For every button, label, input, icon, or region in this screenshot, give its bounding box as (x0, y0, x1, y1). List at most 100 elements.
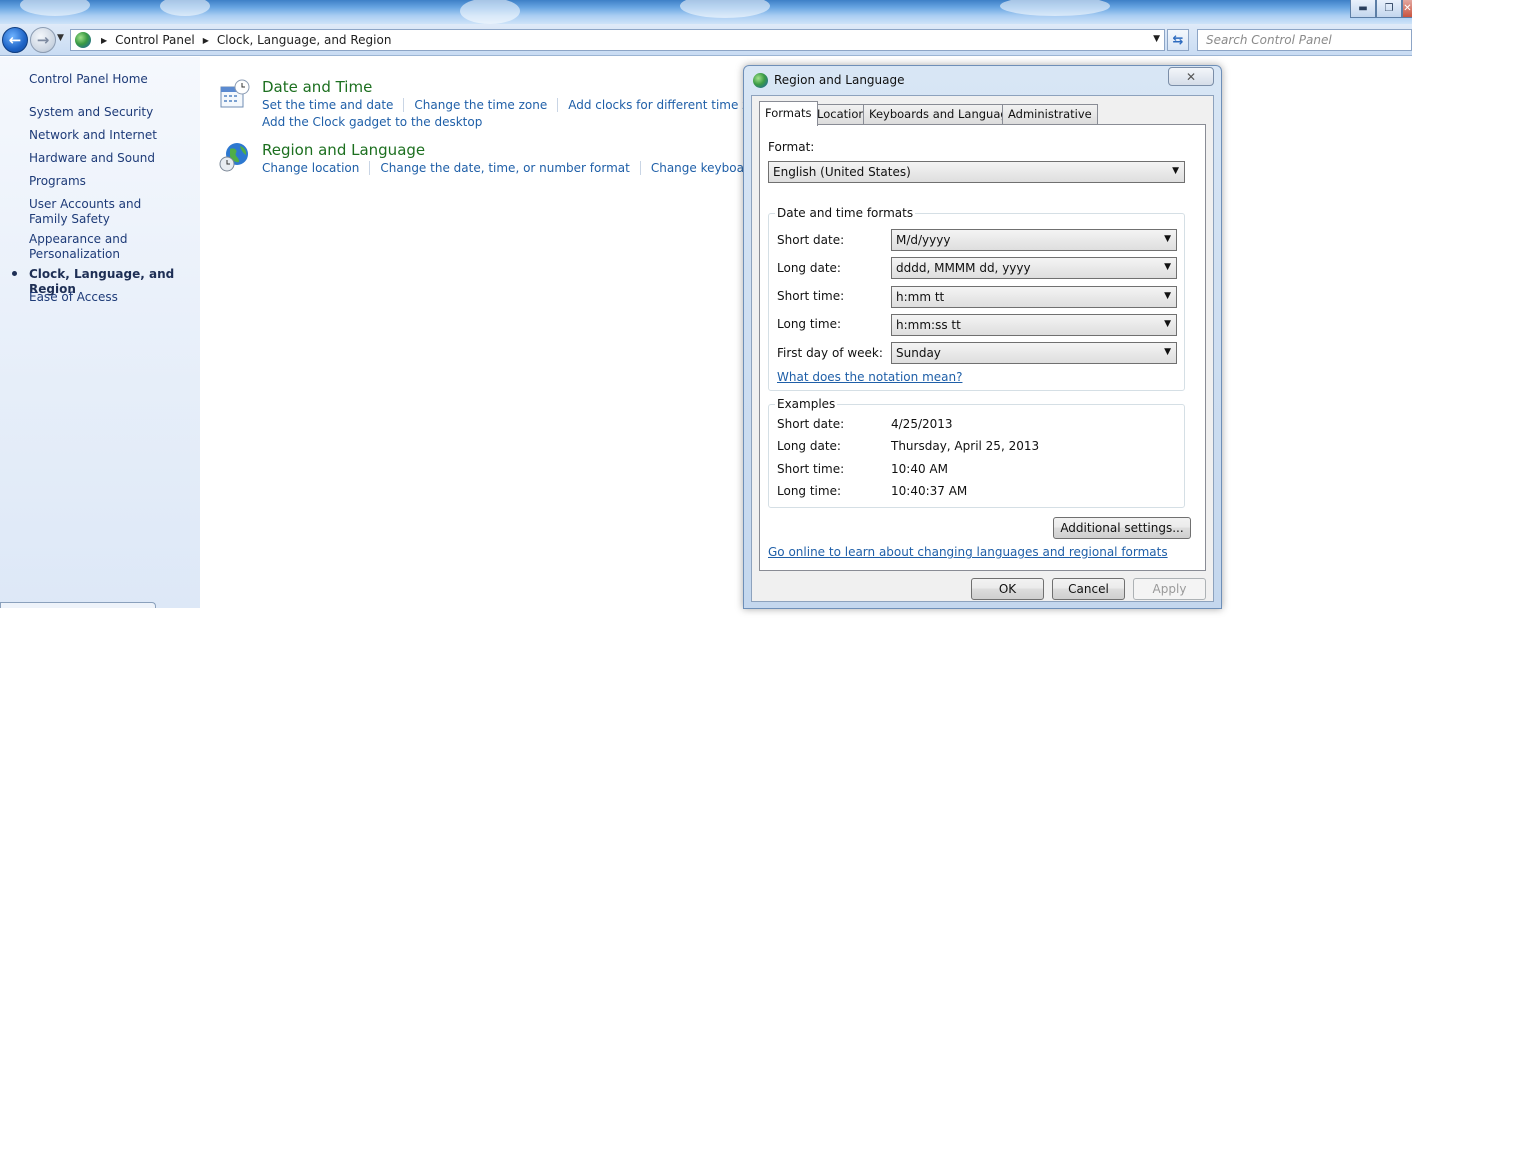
search-input[interactable]: Search Control Panel (1197, 29, 1412, 51)
breadcrumb-arrow-icon[interactable]: ▶ (101, 36, 107, 45)
address-dropdown-icon[interactable]: ▼ (1153, 34, 1160, 44)
example-short-time-value: 10:40 AM (891, 462, 948, 476)
additional-settings-button[interactable]: Additional settings... (1053, 517, 1191, 539)
close-icon: ✕ (1403, 3, 1412, 14)
category-title-region-language[interactable]: Region and Language (262, 141, 425, 159)
close-icon: ✕ (1185, 69, 1197, 84)
region-language-tasks: Change location Change the date, time, o… (262, 161, 812, 175)
group-title-date-time-formats: Date and time formats (775, 206, 916, 220)
first-day-of-week-label: First day of week: (777, 346, 883, 360)
globe-clock-icon (219, 143, 248, 172)
sidebar-item-hardware-sound[interactable]: Hardware and Sound (29, 151, 194, 166)
control-panel-icon (75, 32, 91, 48)
taskbar-thumbnail-edge (0, 602, 156, 608)
example-long-date-value: Thursday, April 25, 2013 (891, 439, 1040, 453)
category-title-date-time[interactable]: Date and Time (262, 78, 372, 96)
dialog-title: Region and Language (774, 73, 905, 87)
format-label: Format: (768, 140, 815, 154)
sidebar-item-programs[interactable]: Programs (29, 174, 194, 189)
task-change-formats[interactable]: Change the date, time, or number format (369, 161, 639, 175)
short-time-value: h:mm tt (896, 290, 945, 304)
example-long-date-label: Long date: (777, 439, 841, 453)
format-select-value: English (United States) (773, 165, 911, 179)
address-bar[interactable]: ▶ Control Panel ▶ Clock, Language, and R… (70, 29, 1165, 51)
cancel-button[interactable]: Cancel (1052, 578, 1125, 600)
long-time-select[interactable]: h:mm:ss tt ▼ (891, 314, 1177, 336)
dialog-close-button[interactable]: ✕ (1168, 67, 1214, 86)
breadcrumb-clock-language-region[interactable]: Clock, Language, and Region (217, 33, 392, 47)
tab-administrative[interactable]: Administrative (1002, 104, 1098, 124)
long-date-value: dddd, MMMM dd, yyyy (896, 261, 1031, 275)
back-button[interactable]: ← (2, 27, 28, 53)
online-help-link[interactable]: Go online to learn about changing langua… (768, 545, 1168, 559)
forward-button[interactable]: → (30, 27, 56, 53)
minimize-button[interactable]: ▬ (1350, 0, 1376, 18)
short-date-value: M/d/yyyy (896, 233, 951, 247)
short-time-select[interactable]: h:mm tt ▼ (891, 286, 1177, 308)
breadcrumb-arrow-icon[interactable]: ▶ (203, 36, 209, 45)
chevron-down-icon: ▼ (1164, 319, 1171, 329)
navigation-bar: ← → ▼ ▶ Control Panel ▶ Clock, Language,… (0, 24, 1412, 56)
region-language-dialog: Region and Language ✕ Formats Location K… (743, 65, 1222, 609)
example-long-time-label: Long time: (777, 484, 842, 498)
current-item-bullet (12, 271, 17, 276)
sidebar-item-network-internet[interactable]: Network and Internet (29, 128, 194, 143)
dialog-body: Formats Location Keyboards and Languages… (751, 95, 1214, 602)
refresh-icon: ⇆ (1172, 32, 1184, 48)
close-window-button[interactable]: ✕ (1402, 0, 1412, 18)
chevron-down-icon: ▼ (1164, 347, 1171, 357)
chevron-down-icon: ▼ (57, 33, 64, 43)
long-date-label: Long date: (777, 261, 841, 275)
chevron-down-icon: ▼ (1164, 262, 1171, 272)
first-day-of-week-select[interactable]: Sunday ▼ (891, 342, 1177, 364)
example-short-time-label: Short time: (777, 462, 845, 476)
task-set-time-date[interactable]: Set the time and date (262, 98, 403, 112)
group-title-examples: Examples (775, 397, 838, 411)
long-date-select[interactable]: dddd, MMMM dd, yyyy ▼ (891, 257, 1177, 279)
short-date-label: Short date: (777, 233, 845, 247)
short-time-label: Short time: (777, 289, 845, 303)
long-time-label: Long time: (777, 317, 842, 331)
desktop-cloud (20, 0, 90, 16)
long-time-value: h:mm:ss tt (896, 318, 961, 332)
example-long-time-value: 10:40:37 AM (891, 484, 968, 498)
format-select[interactable]: English (United States) ▼ (768, 161, 1185, 183)
ok-button[interactable]: OK (971, 578, 1044, 600)
short-date-select[interactable]: M/d/yyyy ▼ (891, 229, 1177, 251)
task-add-clock-gadget[interactable]: Add the Clock gadget to the desktop (262, 115, 492, 129)
sidebar-item-ease-of-access[interactable]: Ease of Access (29, 290, 194, 305)
date-time-formats-group: Date and time formats Short date: M/d/yy… (768, 206, 1185, 391)
example-short-date-label: Short date: (777, 417, 845, 431)
sidebar-control-panel-home[interactable]: Control Panel Home (29, 72, 194, 87)
desktop-cloud (160, 0, 210, 16)
desktop-cloud (1000, 0, 1110, 16)
date-time-tasks: Set the time and date Change the time zo… (262, 98, 789, 112)
example-short-date-value: 4/25/2013 (891, 417, 953, 431)
arrow-left-icon: ← (8, 31, 22, 49)
globe-icon (753, 73, 768, 88)
notation-help-link[interactable]: What does the notation mean? (777, 370, 962, 384)
title-bar[interactable]: ▬ ❐ ✕ (0, 0, 1412, 26)
refresh-button[interactable]: ⇆ (1167, 29, 1189, 51)
sidebar-item-system-security[interactable]: System and Security (29, 105, 194, 120)
date-time-tasks-line2: Add the Clock gadget to the desktop (262, 115, 492, 129)
first-day-of-week-value: Sunday (896, 346, 941, 360)
breadcrumb-control-panel[interactable]: Control Panel (115, 33, 195, 47)
arrow-right-icon: → (36, 31, 50, 49)
formats-panel: Format: English (United States) ▼ Date a… (759, 124, 1206, 571)
sidebar-item-appearance[interactable]: Appearance and Personalization (29, 232, 149, 262)
sidebar-item-user-accounts[interactable]: User Accounts and Family Safety (29, 197, 179, 227)
task-change-time-zone[interactable]: Change the time zone (403, 98, 557, 112)
desktop-cloud (460, 0, 520, 24)
examples-group: Examples Short date: 4/25/2013 Long date… (768, 397, 1185, 508)
apply-button[interactable]: Apply (1133, 578, 1206, 600)
desktop-cloud (680, 0, 770, 18)
sidebar: Control Panel Home System and Security N… (0, 57, 200, 608)
tab-formats[interactable]: Formats (759, 101, 818, 126)
chevron-down-icon: ▼ (1164, 291, 1171, 301)
window-controls: ▬ ❐ ✕ (1350, 0, 1412, 18)
chevron-down-icon: ▼ (1164, 234, 1171, 244)
restore-button[interactable]: ❐ (1376, 0, 1402, 18)
task-change-location[interactable]: Change location (262, 161, 369, 175)
recent-pages-dropdown[interactable]: ▼ (57, 33, 64, 43)
